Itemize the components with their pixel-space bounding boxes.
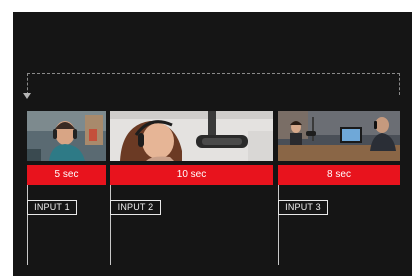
input-connector-3 (278, 185, 279, 265)
clip-thumbnail-3[interactable] (278, 111, 400, 161)
input-label-1[interactable]: INPUT 1 (27, 200, 77, 215)
clip-duration-1[interactable]: 5 sec (27, 165, 106, 185)
podcast-studio-image (278, 111, 400, 161)
clip-thumbnail-2[interactable] (110, 111, 273, 161)
input-label-3[interactable]: INPUT 3 (278, 200, 328, 215)
loop-indicator (27, 73, 400, 95)
timeline-panel: 5 sec 10 sec 8 sec INPUT 1 INPUT 2 INPUT… (13, 12, 412, 276)
loop-arrow-icon (23, 93, 31, 99)
input-label-2[interactable]: INPUT 2 (110, 200, 161, 215)
clip-duration-2[interactable]: 10 sec (110, 165, 273, 185)
input-connector-1 (27, 185, 28, 265)
clip-thumbnail-1[interactable] (27, 111, 106, 161)
woman-at-microphone-image (110, 111, 273, 161)
input-connector-2 (110, 185, 111, 265)
man-with-headphones-image (27, 111, 106, 161)
clip-duration-3[interactable]: 8 sec (278, 165, 400, 185)
